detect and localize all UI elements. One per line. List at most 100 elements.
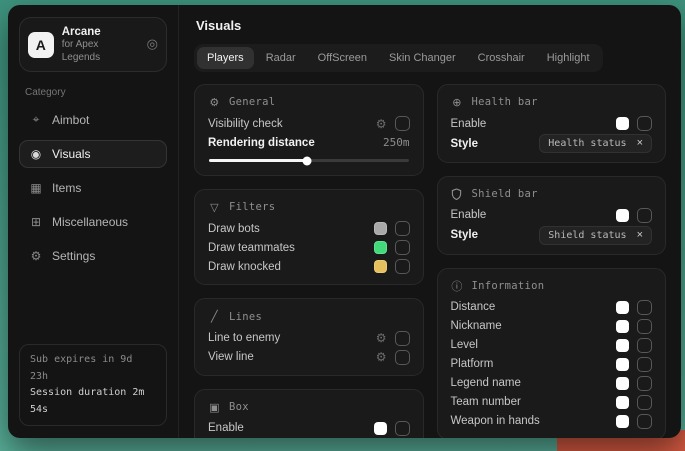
select-value: Health status (548, 138, 626, 149)
grid-icon: ⊞ (29, 215, 43, 229)
health-enable-checkbox[interactable] (637, 116, 652, 131)
color-swatch[interactable] (616, 117, 629, 130)
gear-icon: ⚙ (29, 249, 43, 263)
platform-checkbox[interactable] (637, 357, 652, 372)
draw-teammates-checkbox[interactable] (395, 240, 410, 255)
row-label: Legend name (451, 377, 521, 389)
shield-enable-checkbox[interactable] (637, 208, 652, 223)
color-swatch[interactable] (616, 377, 629, 390)
distance-checkbox[interactable] (637, 300, 652, 315)
row-draw-bots: Draw bots (208, 219, 410, 238)
sidebar-item-items[interactable]: ▦ Items (19, 174, 167, 202)
sidebar-item-label: Miscellaneous (52, 215, 128, 229)
row-level: Level (451, 336, 653, 355)
row-health-style: Style Health status × (451, 133, 653, 154)
health-style-select[interactable]: Health status × (539, 134, 652, 153)
panel-shield-bar: Shield bar Enable Style S (437, 176, 667, 255)
tab-players[interactable]: Players (197, 47, 254, 69)
gear-icon[interactable]: ⚙ (376, 117, 387, 131)
row-label: Platform (451, 358, 494, 370)
color-swatch[interactable] (616, 209, 629, 222)
row-view-line: View line ⚙ (208, 348, 410, 367)
panel-filters-header: ▽ Filters (208, 201, 410, 214)
row-label: Draw bots (208, 223, 260, 235)
tab-crosshair[interactable]: Crosshair (468, 47, 535, 69)
desktop-background: A Arcane for Apex Legends ◎ Category ⌖ A… (0, 0, 685, 451)
row-label: Style (451, 138, 479, 150)
color-swatch[interactable] (374, 222, 387, 235)
color-swatch[interactable] (616, 301, 629, 314)
gear-icon[interactable]: ⚙ (376, 331, 387, 345)
sidebar-item-settings[interactable]: ⚙ Settings (19, 242, 167, 270)
color-swatch[interactable] (374, 241, 387, 254)
select-value: Shield status (548, 230, 626, 241)
panel-box: ▣ Box Enable Enable background (194, 389, 424, 438)
row-label: Nickname (451, 320, 502, 332)
close-icon[interactable]: × (637, 138, 643, 149)
color-swatch[interactable] (616, 358, 629, 371)
target-icon[interactable]: ◎ (147, 37, 158, 52)
row-label: Level (451, 339, 479, 351)
color-swatch[interactable] (616, 339, 629, 352)
row-health-enable: Enable (451, 114, 653, 133)
row-label: Visibility check (208, 118, 283, 130)
panel-health-bar: ⊕ Health bar Enable Style (437, 84, 667, 163)
box-enable-checkbox[interactable] (395, 421, 410, 436)
gear-icon: ⚙ (208, 96, 221, 109)
tab-radar[interactable]: Radar (256, 47, 306, 69)
row-label: Distance (451, 301, 496, 313)
row-distance: Distance (451, 298, 653, 317)
panel-shield-bar-header: Shield bar (451, 188, 653, 201)
app-logo: A (28, 32, 54, 58)
color-swatch[interactable] (616, 415, 629, 428)
sidebar-item-label: Settings (52, 249, 95, 263)
draw-bots-checkbox[interactable] (395, 221, 410, 236)
view-line-checkbox[interactable] (395, 350, 410, 365)
tab-highlight[interactable]: Highlight (537, 47, 600, 69)
sidebar-item-label: Visuals (52, 147, 90, 161)
close-icon[interactable]: × (637, 230, 643, 241)
color-swatch[interactable] (374, 422, 387, 435)
shield-style-select[interactable]: Shield status × (539, 226, 652, 245)
weapon-in-hands-checkbox[interactable] (637, 414, 652, 429)
sidebar-item-aimbot[interactable]: ⌖ Aimbot (19, 105, 167, 134)
sidebar-item-miscellaneous[interactable]: ⊞ Miscellaneous (19, 208, 167, 236)
row-label: Draw teammates (208, 242, 295, 254)
panel-columns: ⚙ General Visibility check ⚙ Rendering d… (194, 84, 666, 438)
draw-knocked-checkbox[interactable] (395, 259, 410, 274)
shield-icon (451, 188, 464, 200)
legend-name-checkbox[interactable] (637, 376, 652, 391)
rendering-distance-slider[interactable] (209, 155, 409, 166)
panel-general: ⚙ General Visibility check ⚙ Rendering d… (194, 84, 424, 176)
slider-thumb[interactable] (302, 156, 311, 165)
panel-information-header: ⓘ Information (451, 280, 653, 293)
visibility-check-checkbox[interactable] (395, 116, 410, 131)
gear-icon[interactable]: ⚙ (376, 350, 387, 364)
page-title: Visuals (196, 18, 666, 33)
row-label: Team number (451, 396, 521, 408)
row-shield-style: Style Shield status × (451, 225, 653, 246)
row-label: View line (208, 351, 254, 363)
nickname-checkbox[interactable] (637, 319, 652, 334)
level-checkbox[interactable] (637, 338, 652, 353)
panel-health-bar-header: ⊕ Health bar (451, 96, 653, 109)
team-number-checkbox[interactable] (637, 395, 652, 410)
row-team-number: Team number (451, 393, 653, 412)
health-icon: ⊕ (451, 96, 464, 109)
sidebar-item-visuals[interactable]: ◉ Visuals (19, 140, 167, 168)
row-visibility-check: Visibility check ⚙ (208, 114, 410, 133)
panel-title: Lines (229, 311, 262, 324)
package-icon: ▦ (29, 181, 43, 195)
sidebar: A Arcane for Apex Legends ◎ Category ⌖ A… (8, 5, 179, 438)
color-swatch[interactable] (374, 260, 387, 273)
panel-information: ⓘ Information Distance Nickname (437, 268, 667, 438)
color-swatch[interactable] (616, 396, 629, 409)
subscription-card: Sub expires in 9d 23h Session duration 2… (19, 344, 167, 426)
filter-icon: ▽ (208, 201, 221, 214)
row-label: Enable (451, 118, 487, 130)
panel-general-header: ⚙ General (208, 96, 410, 109)
tab-skin-changer[interactable]: Skin Changer (379, 47, 466, 69)
color-swatch[interactable] (616, 320, 629, 333)
line-to-enemy-checkbox[interactable] (395, 331, 410, 346)
tab-offscreen[interactable]: OffScreen (308, 47, 377, 69)
